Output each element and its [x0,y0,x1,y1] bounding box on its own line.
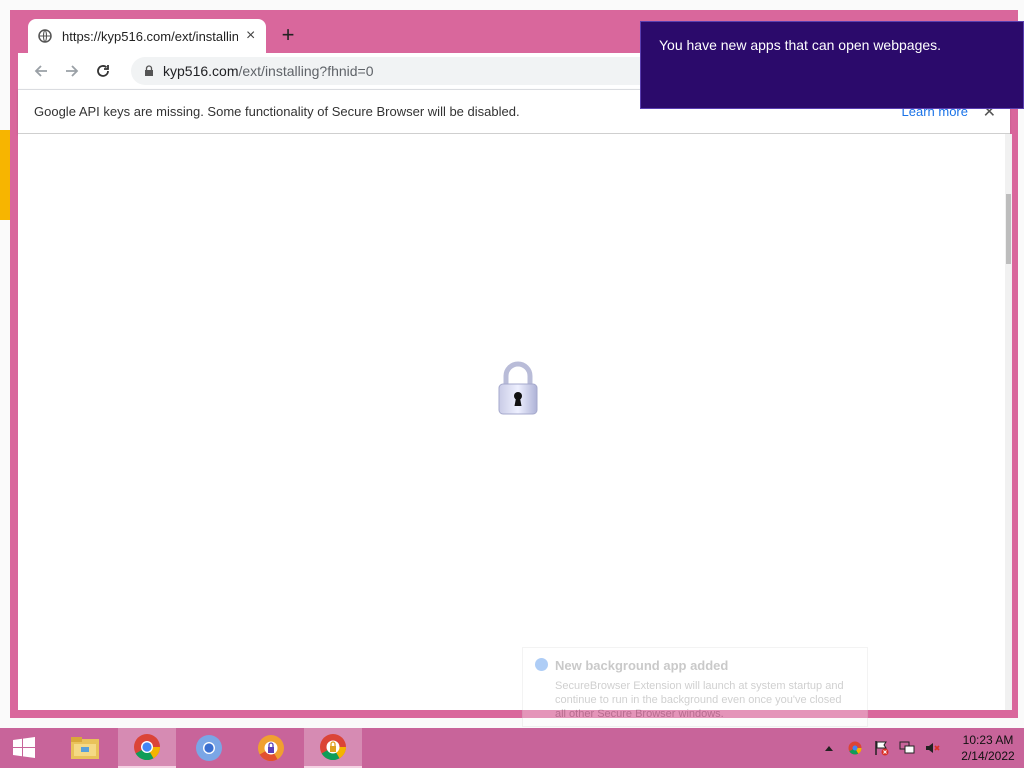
reload-button[interactable] [92,60,114,82]
taskbar: 10:23 AM 2/14/2022 [0,728,1024,768]
volume-muted-icon[interactable] [925,740,941,756]
start-button[interactable] [0,728,48,768]
secure-browser-icon [258,735,284,762]
tab-current[interactable]: https://kyp516.com/ext/installing × [28,19,266,53]
background-notification-title: New background app added [555,658,729,673]
taskbar-file-explorer[interactable] [56,728,114,768]
globe-icon [38,29,52,43]
show-hidden-icons-chevron-icon[interactable] [821,740,837,756]
lock-icon[interactable] [143,65,155,77]
chrome-tray-icon[interactable] [847,740,863,756]
notification-message: You have new apps that can open webpages… [659,37,942,53]
windows-logo-icon [13,737,35,758]
folder-icon [71,737,99,759]
taskbar-chromium[interactable] [180,728,238,768]
taskbar-secure-browser[interactable] [242,728,300,768]
clock-time: 10:23 AM [962,733,1014,747]
scrollbar-thumb[interactable] [1006,194,1011,264]
background-notification-body: SecureBrowser Extension will launch at s… [555,680,844,720]
chromium-icon [196,735,222,761]
system-tray: 10:23 AM 2/14/2022 [816,728,1024,768]
browser-window: https://kyp516.com/ext/installing × + ky… [10,10,1018,718]
tab-close-button[interactable]: × [246,28,255,44]
new-apps-notification[interactable]: You have new apps that can open webpages… [640,21,1024,109]
address-bar[interactable]: kyp516.com/ext/installing?fhnid=0 [131,57,671,85]
clock-date: 2/14/2022 [961,749,1015,763]
back-arrow-icon [34,65,47,77]
back-button[interactable] [30,60,52,82]
network-icon[interactable] [899,740,915,756]
taskbar-clock[interactable]: 10:23 AM 2/14/2022 [952,732,1024,764]
taskbar-chrome[interactable] [118,728,176,768]
url-host: kyp516.com [163,63,239,79]
forward-button[interactable] [61,60,83,82]
url-path: /ext/installing?fhnid=0 [238,63,374,79]
action-center-flag-icon[interactable] [873,740,889,756]
new-tab-button[interactable]: + [276,24,300,48]
tab-title: https://kyp516.com/ext/installing [62,28,238,44]
padlock-icon [498,361,538,415]
background-app-notification[interactable]: New background app added SecureBrowser E… [522,647,868,727]
info-icon [535,658,548,671]
forward-arrow-icon [66,65,79,77]
page-content [18,134,1005,710]
chrome-icon [134,734,161,761]
reload-icon [97,65,109,77]
secure-browser-extension-icon [320,734,347,761]
taskbar-secure-browser-extension[interactable] [304,728,362,768]
page-scrollbar[interactable] [1005,134,1012,710]
infobar-message: Google API keys are missing. Some functi… [34,104,520,119]
